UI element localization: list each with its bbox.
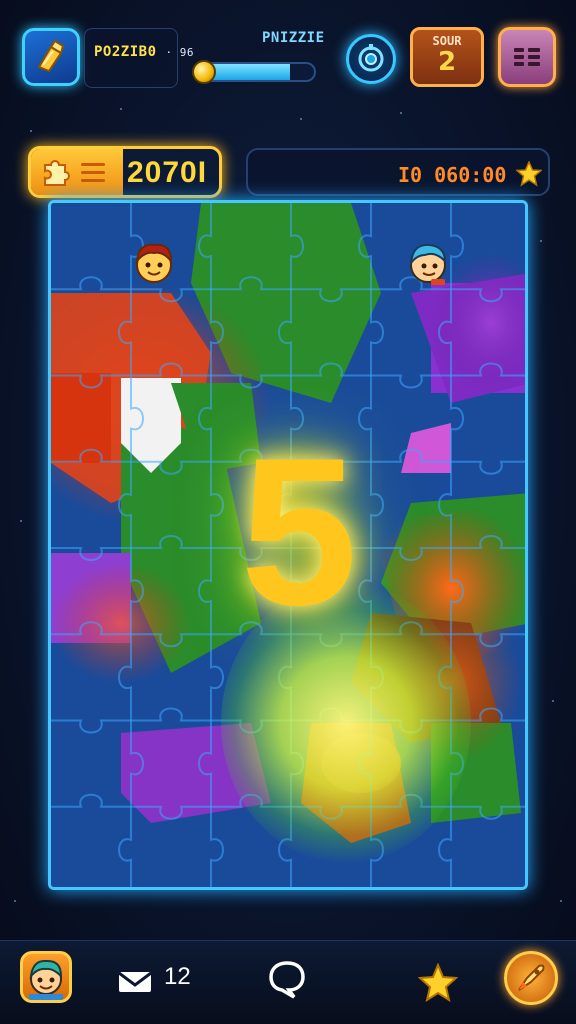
game-title-sub: · 96	[165, 46, 194, 59]
level-progress-fill	[206, 64, 291, 80]
star-icon	[516, 161, 542, 187]
menu-button[interactable]	[498, 27, 556, 87]
level-badge: 2070I	[28, 146, 222, 198]
hint-target-button[interactable]	[346, 34, 396, 84]
piece-seam-horizontal	[51, 276, 525, 303]
level-badge-bars	[81, 162, 105, 182]
piece-seam-vertical	[118, 203, 144, 887]
coin-icon	[192, 60, 216, 84]
puzzle-piece-icon	[44, 160, 70, 186]
target-icon	[358, 44, 384, 72]
score-value: 2	[437, 47, 457, 77]
chat-bubble-icon[interactable]	[268, 959, 306, 999]
profile-button[interactable]	[20, 951, 72, 1003]
star-icon[interactable]	[418, 963, 458, 1003]
level-progress-bar	[204, 62, 316, 82]
top-hud: PO2ZIB0 · 96 PNIZZIE SOUR 2	[0, 0, 576, 120]
game-title: PO2ZIB0 · 96	[94, 44, 194, 60]
bottom-bar: 12	[0, 940, 576, 1024]
puzzle-label: PNIZZIE	[262, 30, 325, 46]
glue-bottle-icon	[37, 39, 65, 73]
score-box: SOUR 2	[410, 27, 484, 87]
player-avatar-left-icon	[135, 243, 173, 283]
glue-tool-button[interactable]	[22, 28, 80, 86]
timer-value: I0 060:00	[398, 163, 507, 187]
rocket-icon	[518, 964, 545, 991]
profile-avatar-icon	[29, 959, 63, 1000]
game-title-main: PO2ZIB0	[94, 44, 157, 60]
mail-count: 12	[164, 963, 191, 990]
level-value: 2070I	[127, 156, 208, 189]
piece-seam-horizontal	[51, 362, 525, 389]
score-label: SOUR	[432, 34, 462, 48]
mail-icon[interactable]	[118, 969, 152, 995]
player-avatar-right-icon	[409, 243, 447, 285]
puzzle-board[interactable]: 5	[48, 200, 528, 890]
menu-icon	[514, 48, 540, 66]
level-badge-icon-area	[31, 149, 123, 195]
boost-button[interactable]	[504, 951, 558, 1005]
countdown-number: 5	[240, 414, 358, 649]
timer-bar: I0 060:00	[246, 148, 550, 196]
